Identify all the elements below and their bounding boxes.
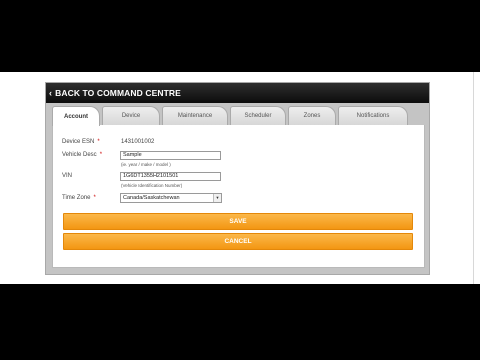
account-form: Device ESN * 1431001002 Vehicle Desc * Sam…	[52, 125, 425, 268]
device-esn-label-text: Device ESN	[62, 139, 95, 145]
settings-panel: ‹ BACK TO COMMAND CENTRE Account Device …	[45, 82, 430, 275]
vin-input[interactable]: 1G6DT1355H2101501	[120, 172, 221, 181]
app-screen: ‹ BACK TO COMMAND CENTRE Account Device …	[0, 72, 480, 284]
tab-device[interactable]: Device	[102, 106, 160, 125]
back-to-command-centre-link[interactable]: ‹ BACK TO COMMAND CENTRE	[46, 83, 429, 103]
tab-bar: Account Device Maintenance Scheduler Zon…	[46, 103, 429, 126]
vehicle-desc-input[interactable]: Sample	[120, 151, 221, 160]
save-button[interactable]: SAVE	[63, 213, 413, 230]
tab-label: Zones	[303, 113, 321, 119]
tab-label: Device	[121, 113, 141, 119]
required-mark: *	[97, 139, 100, 145]
vehicle-desc-label-text: Vehicle Desc	[62, 152, 97, 158]
tab-zones[interactable]: Zones	[288, 106, 336, 125]
required-mark: *	[99, 152, 103, 158]
tab-maintenance[interactable]: Maintenance	[162, 106, 228, 125]
tab-label: Maintenance	[177, 113, 213, 119]
vin-label: VIN	[62, 173, 72, 179]
vehicle-desc-label: Vehicle Desc *	[62, 152, 102, 158]
tab-label: Scheduler	[244, 113, 272, 119]
tab-label: Notifications	[356, 113, 390, 119]
tab-account[interactable]: Account	[52, 106, 100, 126]
tab-scheduler[interactable]: Scheduler	[230, 106, 286, 125]
tab-notifications[interactable]: Notifications	[338, 106, 408, 125]
device-esn-label: Device ESN *	[62, 139, 100, 145]
back-link-label: BACK TO COMMAND CENTRE	[55, 88, 181, 98]
cancel-button-label: CANCEL	[224, 238, 252, 245]
time-zone-selected-value: Canada/Saskatchewan	[123, 195, 180, 201]
chevron-down-icon: ▼	[213, 194, 221, 202]
vin-hint: (Vehicle Identification Number)	[121, 183, 183, 188]
chevron-left-icon: ‹	[49, 88, 53, 98]
tab-label: Account	[64, 113, 88, 120]
divider	[473, 72, 474, 284]
device-esn-value: 1431001002	[121, 139, 155, 145]
time-zone-select[interactable]: Canada/Saskatchewan ▼	[120, 193, 222, 203]
vin-label-text: VIN	[62, 173, 73, 179]
time-zone-label-text: Time Zone	[62, 195, 91, 201]
save-button-label: SAVE	[229, 218, 247, 225]
cancel-button[interactable]: CANCEL	[63, 233, 413, 250]
required-mark: *	[93, 195, 96, 201]
vehicle-desc-hint: (ie. year / make / model )	[121, 162, 171, 167]
time-zone-label: Time Zone *	[62, 195, 96, 201]
